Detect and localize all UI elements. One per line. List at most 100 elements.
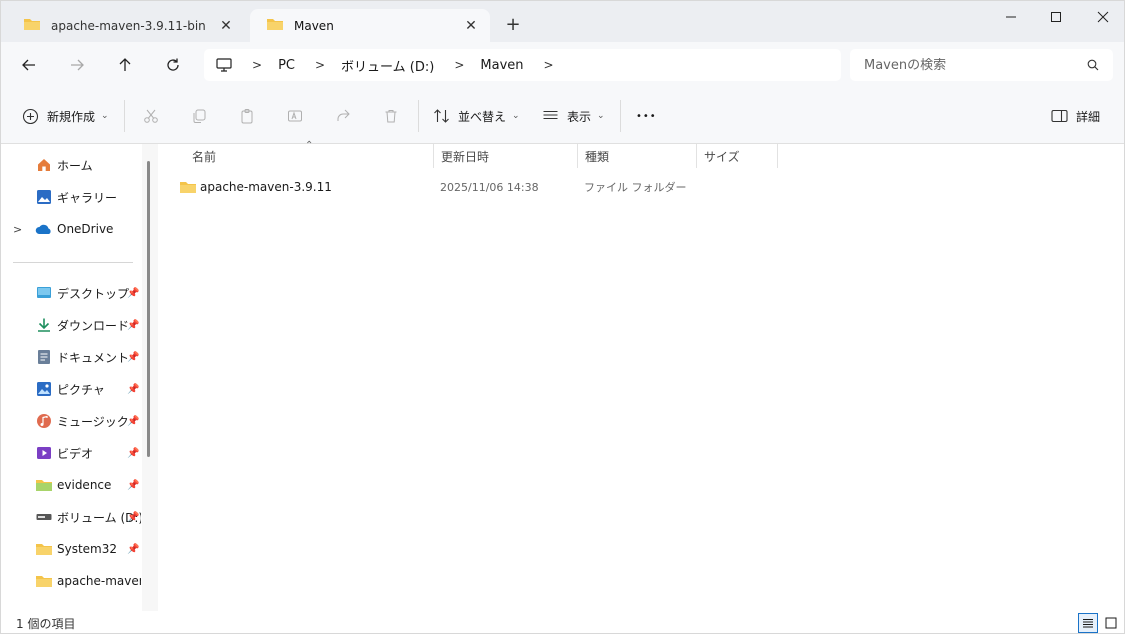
tab-apache-maven-bin[interactable]: apache-maven-3.9.11-bin ✕ bbox=[7, 9, 245, 42]
chevron-down-icon: ⌄ bbox=[101, 111, 109, 121]
chevron-down-icon: ⌄ bbox=[512, 111, 520, 121]
pin-icon[interactable]: 📌 bbox=[127, 448, 139, 459]
pin-icon[interactable]: 📌 bbox=[127, 416, 139, 427]
copy-icon bbox=[193, 109, 206, 123]
gallery-icon bbox=[35, 188, 53, 206]
sidebar-item-pictures[interactable]: ピクチャ 📌 bbox=[1, 375, 146, 403]
sort-button[interactable]: 並べ替え ⌄ bbox=[433, 104, 520, 128]
column-header-size[interactable]: サイズ bbox=[696, 144, 778, 168]
breadcrumb-label: ボリューム (D:) bbox=[341, 59, 435, 75]
clipboard-icon bbox=[241, 109, 253, 124]
chevron-right-icon[interactable]: > bbox=[544, 58, 554, 72]
column-header-name[interactable]: 名前 bbox=[184, 144, 434, 168]
more-options-button[interactable]: ••• bbox=[636, 104, 657, 128]
sidebar-item-gallery[interactable]: ギャラリー bbox=[1, 183, 146, 211]
sidebar-item-onedrive[interactable]: > OneDrive bbox=[1, 215, 146, 243]
pin-icon[interactable]: 📌 bbox=[127, 288, 139, 299]
copy-button[interactable] bbox=[187, 104, 211, 128]
share-icon bbox=[337, 109, 350, 121]
column-header-type[interactable]: 種類 bbox=[577, 144, 697, 168]
forward-button[interactable] bbox=[62, 51, 92, 79]
computer-icon[interactable] bbox=[216, 58, 232, 72]
sidebar-item-desktop[interactable]: デスクトップ 📌 bbox=[1, 279, 146, 307]
pin-icon[interactable]: 📌 bbox=[127, 512, 139, 523]
details-view-button[interactable] bbox=[1078, 613, 1098, 633]
sidebar-item-music[interactable]: ミュージック 📌 bbox=[1, 407, 146, 435]
pin-icon[interactable]: 📌 bbox=[127, 480, 139, 491]
item-count: 1 個の項目 bbox=[16, 616, 76, 631]
close-tab-icon[interactable]: ✕ bbox=[217, 18, 235, 34]
chevron-down-icon: ⌄ bbox=[597, 111, 605, 121]
sidebar-item-label: ギャラリー bbox=[57, 190, 118, 205]
search-icon bbox=[1087, 59, 1099, 71]
music-icon bbox=[35, 412, 53, 430]
rename-button[interactable] bbox=[283, 104, 307, 128]
file-row[interactable]: apache-maven-3.9.11 2025/11/06 14:38 ファイ… bbox=[176, 176, 776, 198]
sort-icon bbox=[434, 109, 449, 123]
scrollbar-thumb[interactable] bbox=[147, 161, 150, 457]
sidebar-item-system32[interactable]: System32 📌 bbox=[1, 535, 146, 563]
sidebar-item-videos[interactable]: ビデオ 📌 bbox=[1, 439, 146, 467]
cut-button[interactable] bbox=[139, 104, 163, 128]
file-list: ⌃ 名前 更新日時 種類 サイズ apache-maven-3.9.11 202… bbox=[158, 140, 1124, 611]
close-window-button[interactable] bbox=[1080, 1, 1124, 33]
pin-icon[interactable]: 📌 bbox=[127, 384, 139, 395]
column-header-date[interactable]: 更新日時 bbox=[433, 144, 578, 168]
sidebar-item-downloads[interactable]: ダウンロード 📌 bbox=[1, 311, 146, 339]
sidebar-item-label: OneDrive bbox=[57, 222, 114, 236]
pin-icon[interactable]: 📌 bbox=[127, 320, 139, 331]
maximize-button[interactable] bbox=[1033, 1, 1079, 33]
divider bbox=[418, 100, 419, 132]
list-view-icon bbox=[543, 110, 558, 120]
file-date: 2025/11/06 14:38 bbox=[440, 180, 539, 194]
new-tab-button[interactable]: + bbox=[501, 13, 525, 37]
large-icons-view-button[interactable] bbox=[1101, 613, 1121, 633]
back-arrow-icon bbox=[22, 59, 35, 71]
chevron-right-icon[interactable]: > bbox=[13, 223, 22, 236]
tab-label: Maven bbox=[294, 18, 334, 33]
pin-icon[interactable]: 📌 bbox=[127, 352, 139, 363]
chevron-right-icon[interactable]: > bbox=[454, 58, 464, 72]
search-box[interactable] bbox=[850, 49, 1113, 81]
paste-button[interactable] bbox=[235, 104, 259, 128]
share-button[interactable] bbox=[331, 104, 355, 128]
back-button[interactable] bbox=[14, 51, 44, 79]
desktop-icon bbox=[35, 284, 53, 302]
folder-icon bbox=[35, 572, 53, 590]
folder-icon bbox=[35, 540, 53, 558]
details-pane-button[interactable]: 詳細 bbox=[1051, 104, 1100, 128]
pin-icon[interactable]: 📌 bbox=[127, 544, 139, 555]
minimize-button[interactable] bbox=[988, 1, 1034, 33]
address-bar[interactable]: > PC > ボリューム (D:) > Maven > bbox=[204, 49, 841, 81]
search-input[interactable] bbox=[864, 57, 1087, 73]
column-divider[interactable] bbox=[777, 144, 778, 168]
view-button-label: 表示 bbox=[567, 109, 592, 124]
sidebar-item-home[interactable]: ホーム bbox=[1, 151, 146, 179]
delete-button[interactable] bbox=[379, 104, 403, 128]
sidebar-item-label: ホーム bbox=[57, 158, 93, 173]
tab-maven[interactable]: Maven ✕ bbox=[250, 9, 490, 42]
status-bar: 1 個の項目 bbox=[1, 611, 1124, 633]
chevron-right-icon[interactable]: > bbox=[252, 58, 262, 72]
chevron-right-icon[interactable]: > bbox=[315, 58, 325, 72]
new-button[interactable]: 新規作成 ⌄ bbox=[22, 104, 109, 128]
close-tab-icon[interactable]: ✕ bbox=[462, 18, 480, 34]
sidebar-item-apache-maven[interactable]: apache-maven- bbox=[1, 567, 146, 595]
drive-icon bbox=[35, 508, 53, 526]
breadcrumb-label: PC bbox=[278, 57, 295, 73]
up-button[interactable] bbox=[110, 51, 140, 79]
trash-icon bbox=[385, 110, 397, 123]
view-button[interactable]: 表示 ⌄ bbox=[542, 104, 605, 128]
details-pane-label: 詳細 bbox=[1076, 109, 1101, 124]
breadcrumb-volume-d[interactable]: > ボリューム (D:) bbox=[295, 56, 434, 75]
refresh-button[interactable] bbox=[158, 51, 188, 79]
sidebar-item-volume-d[interactable]: ボリューム (D:) 📌 bbox=[1, 503, 146, 531]
sidebar-item-evidence[interactable]: evidence 📌 bbox=[1, 471, 146, 499]
tab-label: apache-maven-3.9.11-bin bbox=[51, 18, 206, 33]
breadcrumb-expand[interactable]: > bbox=[524, 58, 570, 72]
details-pane-icon bbox=[1051, 109, 1068, 123]
breadcrumb-pc[interactable]: > PC bbox=[232, 58, 295, 73]
breadcrumb-maven[interactable]: > Maven bbox=[434, 58, 523, 73]
sidebar-item-documents[interactable]: ドキュメント 📌 bbox=[1, 343, 146, 371]
download-icon bbox=[35, 316, 53, 334]
